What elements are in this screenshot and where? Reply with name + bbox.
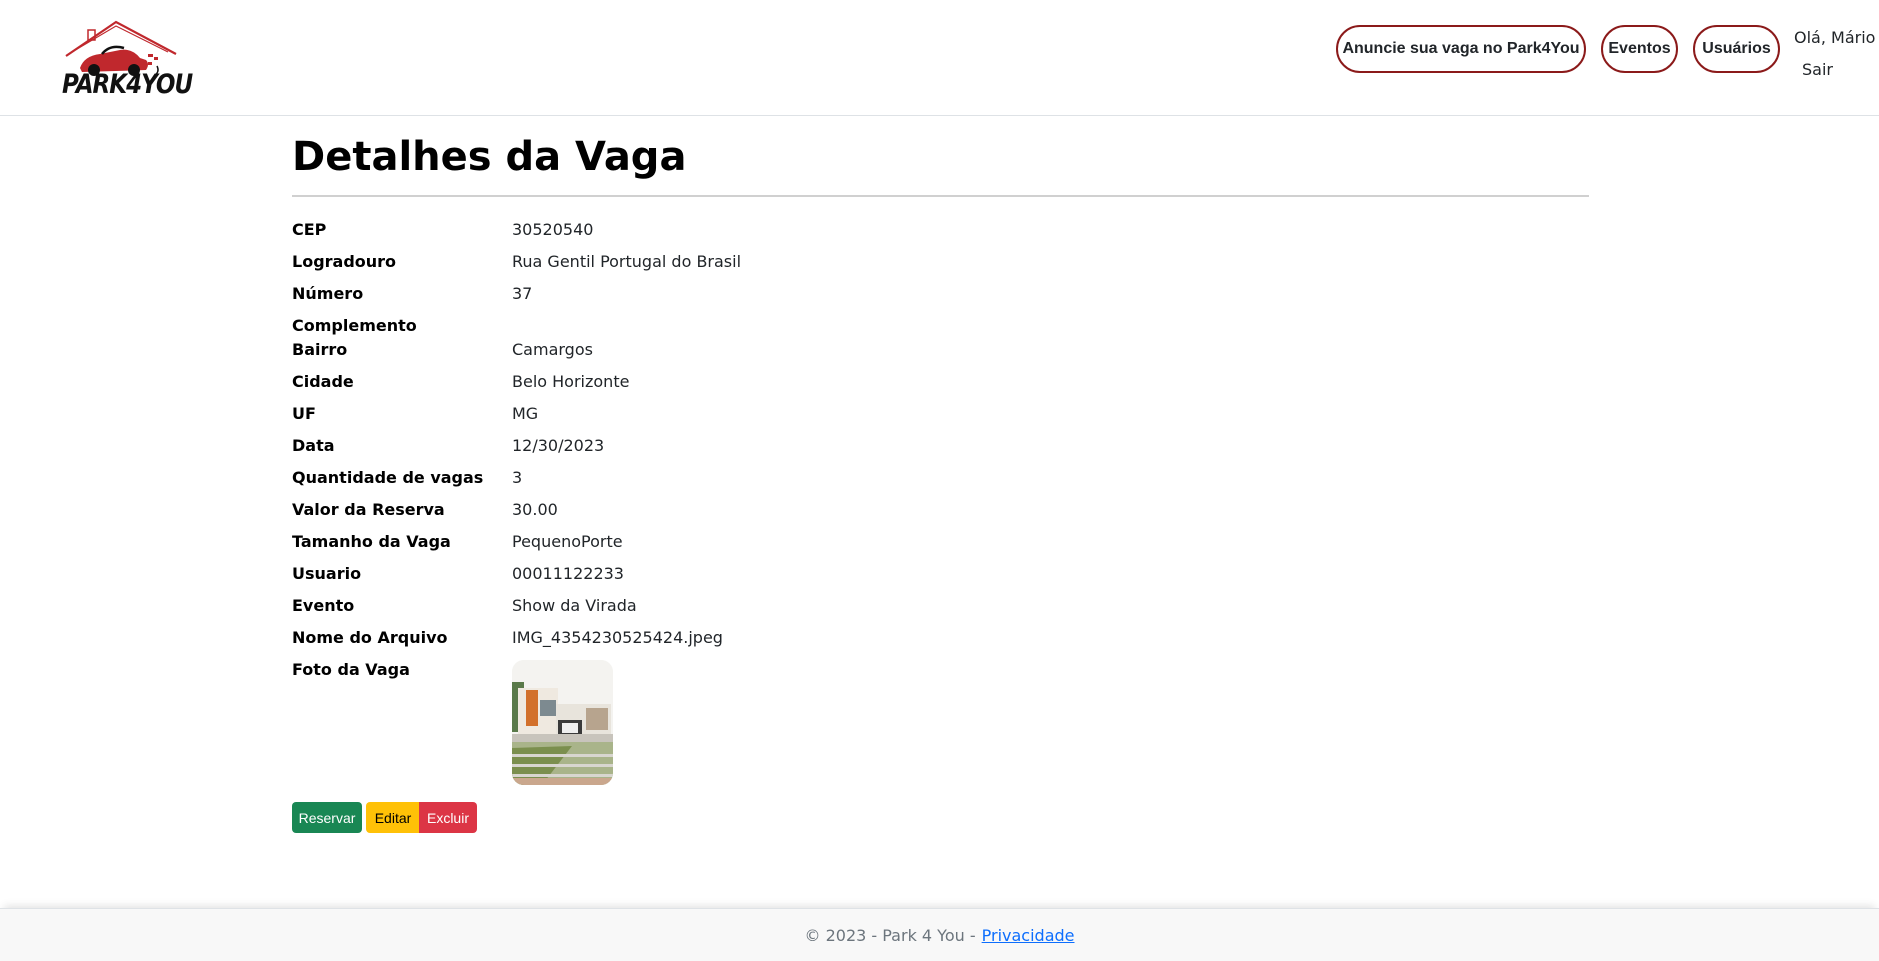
detail-row-valor: Valor da Reserva 30.00 <box>292 494 1589 526</box>
detail-label: Quantidade de vagas <box>292 468 484 487</box>
detail-row-bairro: Bairro Camargos <box>292 334 1589 366</box>
detail-value: Rua Gentil Portugal do Brasil <box>512 252 742 271</box>
detail-value: MG <box>512 404 539 423</box>
edit-button[interactable]: Editar <box>366 802 420 833</box>
title-divider <box>292 195 1589 197</box>
detail-row-logradouro: Logradouro Rua Gentil Portugal do Brasil <box>292 246 1589 278</box>
top-navbar: PARK4YOU Anuncie sua vaga no Park4You Ev… <box>0 0 1879 116</box>
detail-row-complemento: Complemento <box>292 310 1589 335</box>
detail-row-arquivo: Nome do Arquivo IMG_4354230525424.jpeg <box>292 622 1589 654</box>
detail-value: IMG_4354230525424.jpeg <box>512 628 723 647</box>
parking-photo-thumbnail <box>512 660 613 785</box>
detail-value: PequenoPorte <box>512 532 623 551</box>
detail-label: Usuario <box>292 564 362 583</box>
events-nav-button[interactable]: Eventos <box>1601 25 1678 73</box>
detail-value: 3 <box>512 468 523 487</box>
park4you-logo[interactable]: PARK4YOU <box>62 20 193 106</box>
detail-row-foto: Foto da Vaga <box>292 654 1589 790</box>
detail-value: Belo Horizonte <box>512 372 630 391</box>
detail-label: UF <box>292 404 316 423</box>
detail-label: Nome do Arquivo <box>292 628 448 647</box>
users-nav-button[interactable]: Usuários <box>1693 25 1780 73</box>
privacy-link[interactable]: Privacidade <box>982 926 1075 945</box>
detail-label: Valor da Reserva <box>292 500 445 519</box>
footer-copyright: © 2023 - Park 4 You - <box>804 925 976 945</box>
detail-row-evento: Evento Show da Virada <box>292 590 1589 622</box>
reserve-button[interactable]: Reservar <box>292 802 362 833</box>
detail-label: Cidade <box>292 372 354 391</box>
logout-link[interactable]: Sair <box>1802 60 1833 79</box>
detail-label: Número <box>292 284 364 303</box>
page-footer: © 2023 - Park 4 You - Privacidade <box>0 908 1879 961</box>
detail-label: Complemento <box>292 316 417 335</box>
detail-label: Tamanho da Vaga <box>292 532 451 551</box>
detail-label: Logradouro <box>292 252 397 271</box>
logo-wordmark: PARK4YOU <box>62 70 193 100</box>
detail-value: 30520540 <box>512 220 594 239</box>
detail-value: 00011122233 <box>512 564 624 583</box>
detail-row-quantidade: Quantidade de vagas 3 <box>292 462 1589 494</box>
detail-value: 12/30/2023 <box>512 436 605 455</box>
house-photo-icon <box>512 660 613 785</box>
detail-label: Data <box>292 436 335 455</box>
user-greeting[interactable]: Olá, Mário <box>1794 28 1875 47</box>
detail-label: Bairro <box>292 340 348 359</box>
detail-row-usuario: Usuario 00011122233 <box>292 558 1589 590</box>
detail-label: Foto da Vaga <box>292 660 410 679</box>
detail-row-data: Data 12/30/2023 <box>292 430 1589 462</box>
detail-row-tamanho: Tamanho da Vaga PequenoPorte <box>292 526 1589 558</box>
page-title: Detalhes da Vaga <box>292 134 687 180</box>
detail-row-uf: UF MG <box>292 398 1589 430</box>
detail-value: Show da Virada <box>512 596 637 615</box>
delete-button[interactable]: Excluir <box>419 802 477 833</box>
detail-label: Evento <box>292 596 355 615</box>
detail-row-cep: CEP 30520540 <box>292 214 1589 246</box>
detail-value: Camargos <box>512 340 593 359</box>
detail-row-cidade: Cidade Belo Horizonte <box>292 366 1589 398</box>
detail-label: CEP <box>292 220 327 239</box>
detail-value: 37 <box>512 284 533 303</box>
detail-row-numero: Número 37 <box>292 278 1589 310</box>
details-list: CEP 30520540 Logradouro Rua Gentil Portu… <box>292 214 1589 790</box>
advertise-space-button[interactable]: Anuncie sua vaga no Park4You <box>1336 25 1586 73</box>
detail-value: 30.00 <box>512 500 558 519</box>
